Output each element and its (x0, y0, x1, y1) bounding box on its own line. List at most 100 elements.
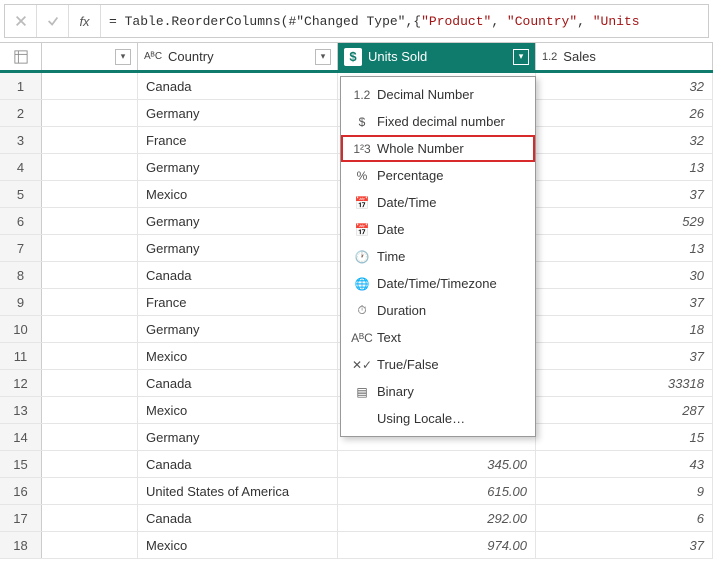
cell-sales[interactable]: 32 (536, 127, 713, 153)
row-number[interactable]: 5 (0, 181, 42, 207)
type-menu-item[interactable]: AᴮCText (341, 324, 535, 351)
cell-country[interactable]: Canada (138, 73, 338, 99)
cell-units[interactable]: 345.00 (338, 451, 536, 477)
formula-input[interactable]: = Table.ReorderColumns(#"Changed Type",{… (101, 14, 708, 29)
cell-sales[interactable]: 43 (536, 451, 713, 477)
cell-product[interactable] (42, 451, 138, 477)
cell-sales[interactable]: 6 (536, 505, 713, 531)
row-number[interactable]: 1 (0, 73, 42, 99)
cancel-formula-icon[interactable] (5, 5, 37, 37)
row-number[interactable]: 15 (0, 451, 42, 477)
row-number[interactable]: 12 (0, 370, 42, 396)
cell-product[interactable] (42, 289, 138, 315)
cell-sales[interactable]: 37 (536, 343, 713, 369)
type-menu-item[interactable]: $Fixed decimal number (341, 108, 535, 135)
row-number[interactable]: 4 (0, 154, 42, 180)
cell-product[interactable] (42, 100, 138, 126)
type-menu-item[interactable]: 🕐Time (341, 243, 535, 270)
cell-country[interactable]: France (138, 289, 338, 315)
column-header-country[interactable]: AᴮC Country ▾ (138, 43, 338, 70)
accept-formula-icon[interactable] (37, 5, 69, 37)
row-number[interactable]: 3 (0, 127, 42, 153)
cell-sales[interactable]: 32 (536, 73, 713, 99)
cell-country[interactable]: Germany (138, 154, 338, 180)
type-menu-item[interactable]: ⏱Duration (341, 297, 535, 324)
currency-type-icon[interactable]: $ (344, 48, 362, 66)
column-header-units-sold[interactable]: $ Units Sold ▾ (338, 43, 536, 70)
cell-product[interactable] (42, 370, 138, 396)
row-number[interactable]: 14 (0, 424, 42, 450)
cell-product[interactable] (42, 181, 138, 207)
chevron-down-icon[interactable]: ▾ (115, 49, 131, 65)
cell-units[interactable]: 615.00 (338, 478, 536, 504)
cell-product[interactable] (42, 127, 138, 153)
row-number[interactable]: 8 (0, 262, 42, 288)
cell-product[interactable] (42, 532, 138, 558)
cell-sales[interactable]: 37 (536, 289, 713, 315)
cell-sales[interactable]: 37 (536, 181, 713, 207)
cell-country[interactable]: Mexico (138, 343, 338, 369)
row-number[interactable]: 17 (0, 505, 42, 531)
row-number[interactable]: 10 (0, 316, 42, 342)
type-menu-item[interactable]: 📅Date (341, 216, 535, 243)
type-menu-item[interactable]: 1.2Decimal Number (341, 81, 535, 108)
row-number[interactable]: 18 (0, 532, 42, 558)
type-menu-item[interactable]: Using Locale… (341, 405, 535, 432)
cell-product[interactable] (42, 424, 138, 450)
cell-sales[interactable]: 37 (536, 532, 713, 558)
cell-country[interactable]: Germany (138, 100, 338, 126)
cell-country[interactable]: United States of America (138, 478, 338, 504)
table-row[interactable]: 16United States of America615.009 (0, 478, 713, 505)
cell-sales[interactable]: 529 (536, 208, 713, 234)
cell-units[interactable]: 292.00 (338, 505, 536, 531)
cell-product[interactable] (42, 343, 138, 369)
chevron-down-icon[interactable]: ▾ (315, 49, 331, 65)
type-menu-item[interactable]: ✕✓True/False (341, 351, 535, 378)
chevron-down-icon[interactable]: ▾ (513, 49, 529, 65)
cell-sales[interactable]: 33318 (536, 370, 713, 396)
row-number[interactable]: 9 (0, 289, 42, 315)
row-number[interactable]: 7 (0, 235, 42, 261)
table-row[interactable]: 15 Canada345.0043 (0, 451, 713, 478)
cell-sales[interactable]: 18 (536, 316, 713, 342)
text-type-icon[interactable]: AᴮC (144, 51, 162, 62)
cell-country[interactable]: France (138, 127, 338, 153)
cell-country[interactable]: Canada (138, 370, 338, 396)
cell-country[interactable]: Mexico (138, 532, 338, 558)
row-number[interactable]: 2 (0, 100, 42, 126)
cell-country[interactable]: Canada (138, 451, 338, 477)
cell-country[interactable]: Canada (138, 505, 338, 531)
cell-product[interactable] (42, 73, 138, 99)
cell-country[interactable]: Mexico (138, 397, 338, 423)
row-number[interactable]: 6 (0, 208, 42, 234)
cell-product[interactable] (42, 208, 138, 234)
cell-product[interactable] (42, 262, 138, 288)
cell-units[interactable]: 974.00 (338, 532, 536, 558)
cell-country[interactable]: Germany (138, 316, 338, 342)
cell-sales[interactable]: 13 (536, 235, 713, 261)
table-row[interactable]: 18 Mexico974.0037 (0, 532, 713, 559)
cell-product[interactable] (42, 316, 138, 342)
row-number[interactable]: 11 (0, 343, 42, 369)
fx-icon[interactable]: fx (69, 5, 101, 37)
cell-sales[interactable]: 9 (536, 478, 713, 504)
decimal-type-icon[interactable]: 1.2 (542, 51, 557, 63)
cell-sales[interactable]: 30 (536, 262, 713, 288)
column-header-product[interactable]: ▾ (42, 43, 138, 70)
column-header-sales[interactable]: 1.2 Sales (536, 43, 713, 70)
cell-product[interactable] (42, 235, 138, 261)
cell-sales[interactable]: 13 (536, 154, 713, 180)
cell-country[interactable]: Germany (138, 235, 338, 261)
type-menu-item[interactable]: 📅Date/Time (341, 189, 535, 216)
cell-country[interactable]: Mexico (138, 181, 338, 207)
type-menu-item[interactable]: 🌐Date/Time/Timezone (341, 270, 535, 297)
cell-sales[interactable]: 287 (536, 397, 713, 423)
row-number[interactable]: 13 (0, 397, 42, 423)
cell-product[interactable] (42, 478, 138, 504)
cell-country[interactable]: Canada (138, 262, 338, 288)
cell-product[interactable] (42, 505, 138, 531)
cell-product[interactable] (42, 154, 138, 180)
type-menu-item[interactable]: ▤Binary (341, 378, 535, 405)
table-options-icon[interactable] (0, 43, 42, 70)
cell-country[interactable]: Germany (138, 208, 338, 234)
